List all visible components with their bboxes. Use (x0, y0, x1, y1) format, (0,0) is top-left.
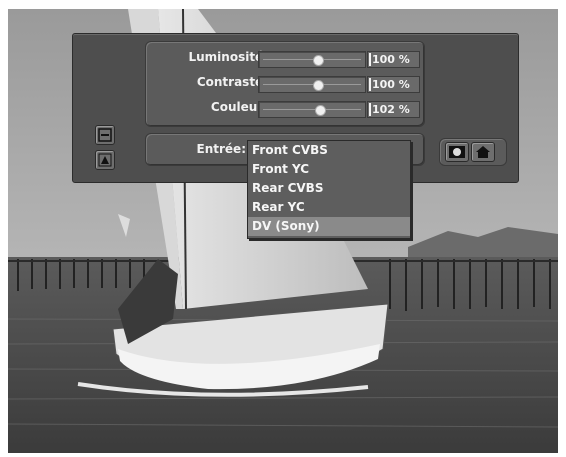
slider-value-box: 100 % (367, 76, 420, 93)
dropdown-option-rear-cvbs[interactable]: Rear CVBS (248, 179, 410, 198)
slider-value: 100 % (372, 53, 410, 66)
screen-view-button[interactable] (445, 142, 469, 162)
slider-track-couleur[interactable] (258, 101, 366, 118)
dropdown-option-front-yc[interactable]: Front YC (248, 160, 410, 179)
video-screen: Luminosité: 100 % Contraste: 100 % Coule… (8, 9, 558, 453)
tv-frame: Luminosité: 100 % Contraste: 100 % Coule… (0, 0, 566, 457)
side-button-top[interactable] (95, 125, 115, 145)
slider-value: 100 % (372, 78, 410, 91)
dropdown-option-rear-yc[interactable]: Rear YC (248, 198, 410, 217)
slider-row-couleur: Couleur: 102 % (146, 98, 424, 120)
input-label: Entrée: (196, 142, 246, 156)
dropdown-option-front-cvbs[interactable]: Front CVBS (248, 141, 410, 160)
screen-view-icon (449, 146, 465, 158)
slider-value: 102 % (372, 103, 410, 116)
slider-row-luminosite: Luminosité: 100 % (146, 48, 424, 70)
home-button[interactable] (471, 142, 495, 162)
input-dropdown-list[interactable]: Front CVBS Front YC Rear CVBS Rear YC DV… (247, 140, 411, 239)
slider-value-box: 102 % (367, 101, 420, 118)
slider-knob[interactable] (313, 55, 325, 66)
side-button-bottom[interactable] (95, 150, 115, 170)
slider-track-luminosite[interactable] (258, 51, 366, 68)
window-minimize-icon (98, 128, 112, 142)
sliders-group: Luminosité: 100 % Contraste: 100 % Coule… (145, 41, 425, 127)
home-icon (476, 146, 490, 158)
triangle-expand-icon (98, 153, 112, 167)
slider-row-contraste: Contraste: 100 % (146, 73, 424, 95)
slider-knob[interactable] (313, 80, 325, 91)
slider-track-contraste[interactable] (258, 76, 366, 93)
slider-label: Luminosité: (188, 50, 268, 64)
slider-value-box: 100 % (367, 51, 420, 68)
slider-knob[interactable] (315, 105, 327, 116)
dropdown-option-dv-sony[interactable]: DV (Sony) (248, 217, 410, 236)
